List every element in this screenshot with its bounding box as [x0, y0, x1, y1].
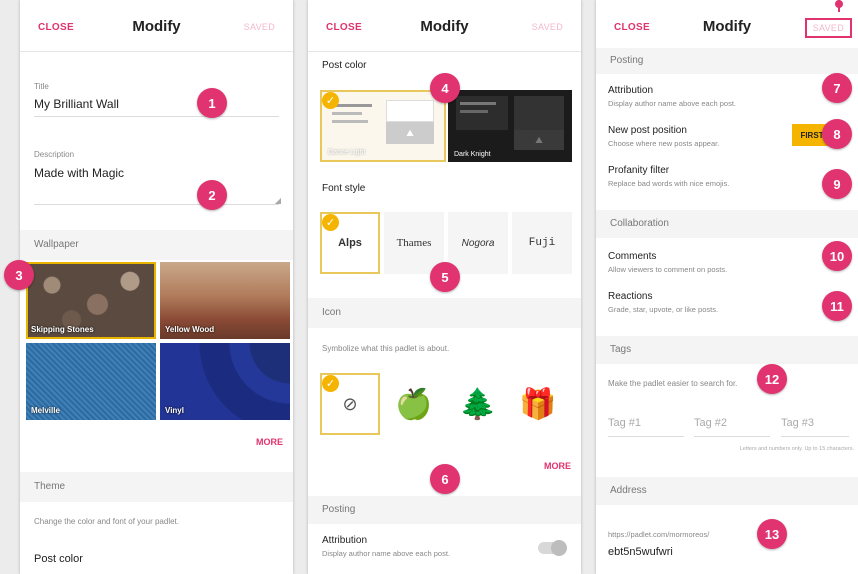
description-label: Description — [34, 150, 75, 159]
attribution-description: Display author name above each post. — [608, 99, 736, 108]
saved-button[interactable]: SAVED — [804, 18, 852, 38]
font-label: Fuji — [528, 237, 556, 249]
callout-badge-13: 13 — [757, 519, 787, 549]
theme-section: Theme — [20, 472, 293, 502]
callout-badge-11: 11 — [822, 291, 852, 321]
wallpaper-yellow-wood[interactable]: Yellow Wood — [160, 262, 290, 339]
callout-badge-6: 6 — [430, 464, 460, 494]
wallpaper-label: Yellow Wood — [165, 325, 215, 334]
wallpaper-label: Melville — [31, 406, 60, 415]
tag-input-1[interactable]: Tag #1 — [608, 417, 641, 429]
selected-check-icon: ✓ — [322, 92, 339, 109]
wallpaper-skipping-stones[interactable]: Skipping Stones — [26, 262, 156, 339]
tags-hint: Letters and numbers only. Up to 15 chara… — [739, 446, 854, 452]
no-icon-icon: ⊘ — [342, 393, 358, 414]
title-label: Title — [34, 82, 49, 91]
callout-badge-9: 9 — [822, 169, 852, 199]
theme-description: Change the color and font of your padlet… — [34, 517, 179, 526]
callout-badge-2: 2 — [197, 180, 227, 210]
posting-section: Posting — [308, 496, 581, 524]
callout-badge-10: 10 — [822, 241, 852, 271]
panel-header: CLOSE Modify SAVED — [308, 0, 581, 52]
more-wallpapers-link[interactable]: MORE — [256, 437, 283, 447]
profanity-filter-description: Replace bad words with nice emojis. — [608, 179, 730, 188]
address-input[interactable]: ebt5n5wufwri — [608, 546, 673, 558]
font-fuji[interactable]: Fuji — [512, 212, 572, 274]
comments-label: Comments — [608, 251, 657, 262]
tags-section: Tags — [596, 336, 858, 364]
post-color-heading: Post color — [322, 60, 367, 71]
wallpaper-section: Wallpaper — [20, 230, 293, 260]
font-label: Thames — [396, 237, 432, 249]
callout-badge-7: 7 — [822, 73, 852, 103]
callout-badge-3: 3 — [4, 260, 34, 290]
saved-button[interactable]: SAVED — [244, 22, 275, 32]
tag-underline — [608, 436, 684, 437]
new-post-position-description: Choose where new posts appear. — [608, 139, 720, 148]
attribution-label: Attribution — [608, 85, 654, 96]
shop-icon: 🎁 — [519, 387, 557, 421]
attribution-label: Attribution — [322, 535, 368, 546]
title-underline — [34, 116, 279, 117]
comments-description: Allow viewers to comment on posts. — [608, 265, 728, 274]
wallpaper-melville[interactable]: Melville — [26, 343, 156, 420]
selected-check-icon: ✓ — [322, 375, 339, 392]
tree-icon: 🌲 — [459, 387, 497, 421]
panel-header: CLOSE Modify SAVED — [20, 0, 293, 52]
resize-handle-icon[interactable]: ◢ — [275, 196, 281, 205]
callout-badge-5: 5 — [430, 262, 460, 292]
image-placeholder-icon: ⛰ — [386, 122, 434, 144]
apple-icon: 🍏 — [395, 387, 433, 421]
icon-section: Icon — [308, 298, 581, 328]
description-input[interactable]: Made with Magic — [34, 166, 124, 180]
callout-dot — [835, 0, 843, 8]
title-input[interactable]: My Brilliant Wall — [34, 97, 119, 111]
icon-description: Symbolize what this padlet is about. — [322, 344, 450, 353]
callout-badge-12: 12 — [757, 364, 787, 394]
attribution-description: Display author name above each post. — [322, 549, 450, 558]
address-section: Address — [596, 477, 858, 505]
post-color-label: Post color — [34, 553, 83, 565]
panel-header: CLOSE Modify SAVED — [596, 0, 858, 52]
tag-input-3[interactable]: Tag #3 — [781, 417, 814, 429]
tags-description: Make the padlet easier to search for. — [608, 379, 738, 388]
new-post-position-label: New post position — [608, 125, 687, 136]
reactions-description: Grade, star, upvote, or like posts. — [608, 305, 719, 314]
attribution-toggle[interactable] — [538, 540, 567, 556]
post-color-dark-knight[interactable]: ⛰ Dark Knight — [448, 90, 572, 162]
post-color-label: Dark Knight — [454, 151, 491, 158]
tag-underline — [781, 436, 849, 437]
font-label: Nogora — [461, 237, 495, 249]
posting-section: Posting — [596, 48, 858, 74]
saved-button[interactable]: SAVED — [532, 22, 563, 32]
font-label: Alps — [338, 237, 362, 249]
tag-input-2[interactable]: Tag #2 — [694, 417, 727, 429]
callout-badge-8: 8 — [822, 119, 852, 149]
address-prefix: https://padlet.com/mormoreos/ — [608, 530, 710, 539]
selected-check-icon: ✓ — [322, 214, 339, 231]
icon-option-apple[interactable]: 🍏 — [384, 373, 444, 435]
modify-panel-general: CLOSE Modify SAVED Title My Brilliant Wa… — [20, 0, 293, 574]
post-color-label: Dance Light — [328, 149, 366, 156]
wallpaper-vinyl[interactable]: Vinyl — [160, 343, 290, 420]
collaboration-section: Collaboration — [596, 210, 858, 238]
modify-panel-settings: CLOSE Modify SAVED Posting Attribution D… — [596, 0, 858, 574]
wallpaper-label: Vinyl — [165, 406, 184, 415]
font-nogora[interactable]: Nogora — [448, 212, 508, 274]
callout-badge-1: 1 — [197, 88, 227, 118]
select-value: FIRST — [800, 130, 824, 140]
description-underline — [34, 204, 279, 205]
font-style-heading: Font style — [322, 183, 366, 194]
tag-underline — [694, 436, 770, 437]
icon-option-tree[interactable]: 🌲 — [448, 373, 508, 435]
callout-badge-4: 4 — [430, 73, 460, 103]
icon-option-shop[interactable]: 🎁 — [508, 373, 568, 435]
profanity-filter-label: Profanity filter — [608, 165, 670, 176]
more-icons-link[interactable]: MORE — [544, 461, 571, 471]
wallpaper-label: Skipping Stones — [31, 325, 94, 334]
image-placeholder-icon: ⛰ — [514, 130, 564, 150]
reactions-label: Reactions — [608, 291, 653, 302]
